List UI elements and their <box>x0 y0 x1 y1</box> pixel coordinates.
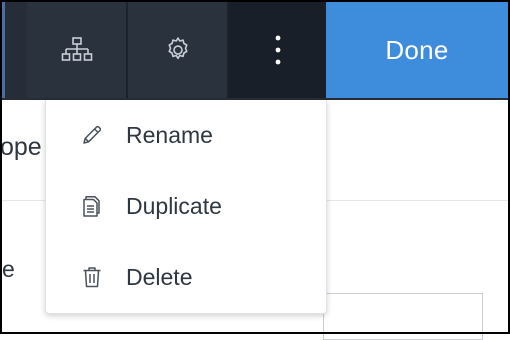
pencil-icon <box>80 123 104 147</box>
done-button[interactable]: Done <box>326 2 508 98</box>
menu-item-label: Rename <box>126 121 213 148</box>
more-options-button[interactable] <box>229 2 326 98</box>
sitemap-icon <box>61 36 93 64</box>
content-input-box[interactable] <box>323 293 483 340</box>
more-options-menu: Rename Duplicate Delete <box>45 100 327 314</box>
gear-icon <box>163 35 193 65</box>
structure-button[interactable] <box>27 2 126 98</box>
menu-item-delete[interactable]: Delete <box>46 242 326 312</box>
menu-item-rename[interactable]: Rename <box>46 100 326 170</box>
settings-button[interactable] <box>128 2 227 98</box>
copy-icon <box>80 194 104 218</box>
menu-item-duplicate[interactable]: Duplicate <box>46 171 326 241</box>
toolbar-edge <box>2 2 5 98</box>
vertical-dots-icon <box>274 33 282 67</box>
content-label-fragment: e <box>2 256 15 282</box>
content-heading-fragment: ope <box>0 133 42 161</box>
menu-item-label: Delete <box>126 263 193 290</box>
trash-icon <box>80 265 104 289</box>
top-toolbar: Done <box>0 0 510 100</box>
menu-item-label: Duplicate <box>126 192 222 219</box>
